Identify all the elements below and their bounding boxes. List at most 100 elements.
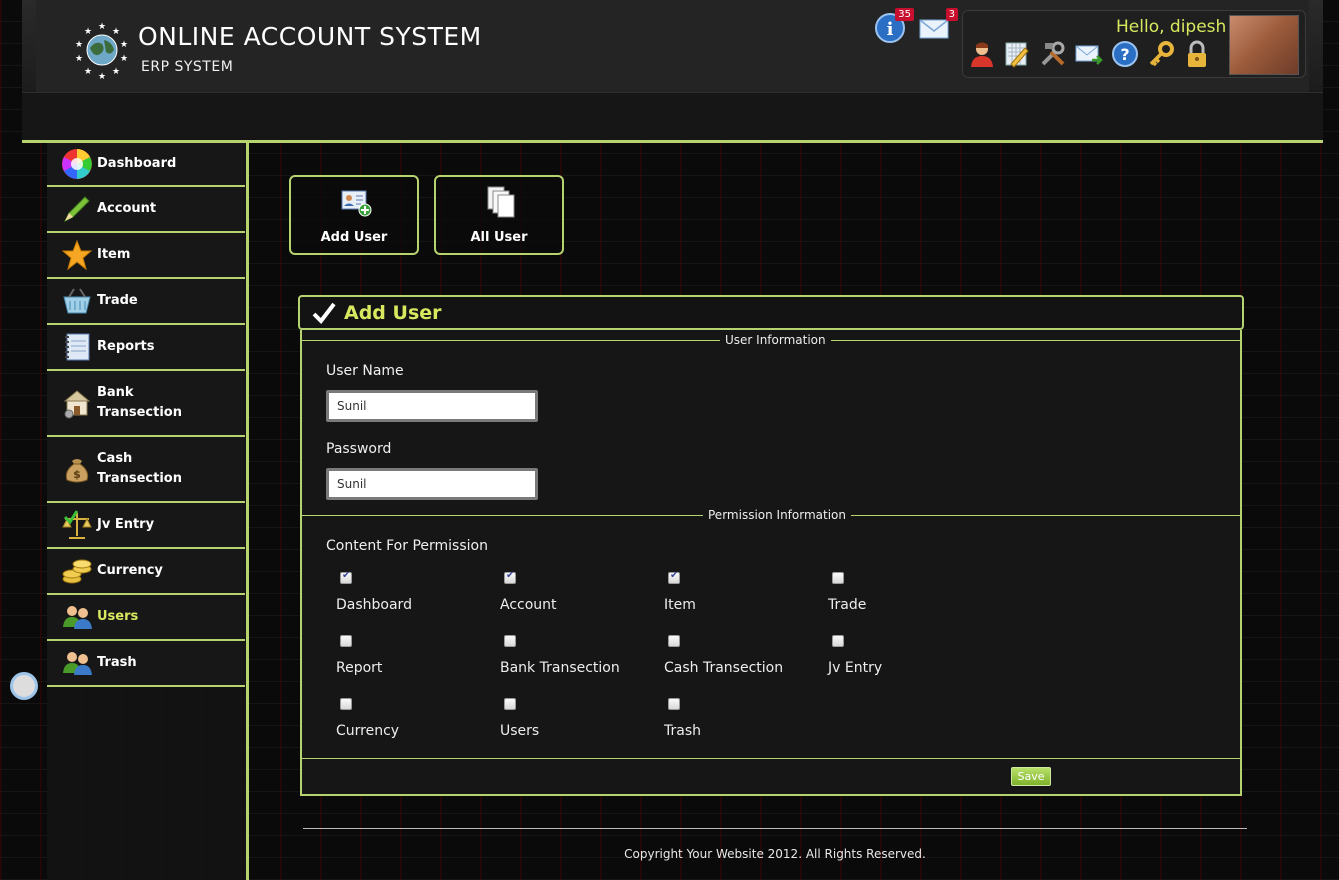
sidebar-item-label: Dashboard (97, 156, 177, 171)
user-name-input[interactable] (326, 390, 538, 422)
permission-checkbox-report[interactable] (340, 635, 352, 647)
help-icon[interactable]: ? (1111, 40, 1139, 68)
info-notification-button[interactable]: i 35 (874, 8, 914, 44)
sidebar-item-reports[interactable]: Reports (47, 325, 245, 371)
add-user-quick-label: Add User (320, 230, 388, 245)
permission-checkbox-item[interactable] (668, 570, 680, 584)
permission-label-item: Item (664, 597, 696, 613)
mail-notification-button[interactable]: 3 (918, 8, 958, 44)
app-subtitle: ERP SYSTEM (141, 59, 234, 75)
user-greeting: Hello, dipesh (1116, 17, 1227, 37)
edge-decoration (10, 672, 38, 700)
permission-checkbox-account[interactable] (504, 570, 516, 584)
pen-icon (63, 196, 90, 223)
sidebar-item-label: Reports (97, 339, 155, 354)
color-wheel-icon (62, 149, 92, 179)
permission-checkbox-users[interactable] (504, 698, 516, 710)
permission-checkbox-cash-transection[interactable] (668, 635, 680, 647)
svg-text:★: ★ (98, 72, 106, 80)
sidebar-item-trade[interactable]: Trade (47, 279, 245, 325)
permission-label-trash: Trash (664, 723, 701, 739)
sidebar-item-label: Trade (97, 293, 138, 308)
sidebar-item-jv-entry[interactable]: Jv Entry (47, 503, 245, 549)
svg-text:★: ★ (75, 40, 83, 50)
permission-label-jv-entry: Jv Entry (828, 660, 883, 676)
sidebar-item-trash[interactable]: Trash (47, 641, 245, 687)
permission-info-legend: Permission Information (703, 508, 851, 522)
sidebar-item-label: Cash Transection (97, 451, 182, 486)
svg-text:★: ★ (84, 67, 92, 77)
permission-label-report: Report (336, 660, 383, 676)
sidebar-item-label: Trash (97, 655, 137, 670)
permission-label-trade: Trade (828, 597, 867, 613)
sidebar-item-currency[interactable]: Currency (47, 549, 245, 595)
save-button[interactable]: Save (1011, 767, 1051, 786)
all-user-quick-button[interactable]: All User (434, 175, 564, 255)
documents-icon (487, 186, 515, 218)
mail-forward-icon[interactable] (1075, 40, 1103, 68)
bank-icon (63, 390, 91, 419)
user-name-label: User Name (326, 363, 404, 379)
info-count-badge: 35 (895, 8, 914, 21)
sidebar-item-item[interactable]: Item (47, 233, 245, 279)
notebook-icon (65, 333, 90, 361)
checkmark-icon (312, 302, 336, 324)
sidebar-item-account[interactable]: Account (47, 187, 245, 233)
permission-checkbox-bank-transection[interactable] (504, 635, 516, 647)
lock-icon[interactable] (1183, 40, 1211, 68)
permission-checkbox-trade[interactable] (832, 572, 844, 584)
permission-checkbox-currency[interactable] (340, 698, 352, 710)
scale-icon (62, 510, 92, 539)
permission-label-cash-transection: Cash Transection (664, 660, 784, 676)
add-user-icon (341, 190, 372, 217)
footer-copyright: Copyright Your Website 2012. All Rights … (624, 847, 926, 861)
sidebar-item-cash-transection[interactable]: $ Cash Transection (47, 437, 245, 503)
permission-label-users: Users (500, 723, 540, 739)
add-user-panel-header: Add User (298, 295, 1244, 330)
permission-label-bank-transection: Bank Transection (500, 660, 620, 676)
password-input[interactable] (326, 468, 538, 500)
permission-checkbox-trash[interactable] (668, 698, 680, 710)
svg-text:★: ★ (75, 54, 83, 64)
permission-checkbox-dashboard[interactable] (340, 570, 352, 584)
svg-text:★: ★ (112, 67, 120, 77)
coins-icon (62, 559, 92, 584)
add-user-quick-button[interactable]: Add User (289, 175, 419, 255)
user-icon[interactable] (968, 40, 996, 68)
sidebar-border (246, 143, 249, 880)
sidebar-item-label: Account (97, 201, 157, 216)
permission-label-account: Account (500, 597, 557, 613)
avatar[interactable] (1229, 15, 1299, 75)
tools-icon[interactable] (1039, 40, 1067, 68)
globe-logo-icon: ★ ★ ★ ★ ★ ★ ★ ★ ★ ★ (75, 22, 128, 80)
form-footer-divider (300, 758, 1242, 759)
users-icon (63, 606, 92, 629)
star-icon (61, 239, 93, 271)
panel-title: Add User (344, 302, 442, 324)
svg-text:★: ★ (112, 27, 120, 37)
svg-text:★: ★ (84, 27, 92, 37)
sidebar-item-label: Jv Entry (97, 517, 155, 532)
footer-divider (303, 828, 1247, 829)
permission-label-currency: Currency (336, 723, 400, 739)
sidebar-item-label: Item (97, 247, 131, 262)
key-icon[interactable] (1147, 40, 1175, 68)
app-title: ONLINE ACCOUNT SYSTEM (138, 22, 482, 51)
permission-checkbox-jv-entry[interactable] (832, 635, 844, 647)
all-user-quick-label: All User (470, 230, 528, 245)
sidebar-item-dashboard[interactable]: Dashboard (47, 143, 245, 187)
sidebar-item-bank-transection[interactable]: Bank Transection (47, 371, 245, 437)
edit-icon[interactable] (1003, 40, 1031, 68)
svg-text:$: $ (73, 468, 81, 481)
users-icon (63, 652, 92, 675)
sidebar-item-label: Currency (97, 563, 163, 578)
permission-heading: Content For Permission (326, 538, 488, 554)
header-band (22, 92, 1323, 132)
svg-text:★: ★ (120, 40, 128, 50)
sidebar-item-users[interactable]: Users (47, 595, 245, 641)
password-label: Password (326, 441, 392, 457)
money-bag-icon: $ (65, 459, 89, 483)
svg-text:?: ? (1120, 45, 1129, 64)
svg-text:i: i (887, 19, 894, 40)
mail-count-badge: 3 (945, 8, 958, 21)
